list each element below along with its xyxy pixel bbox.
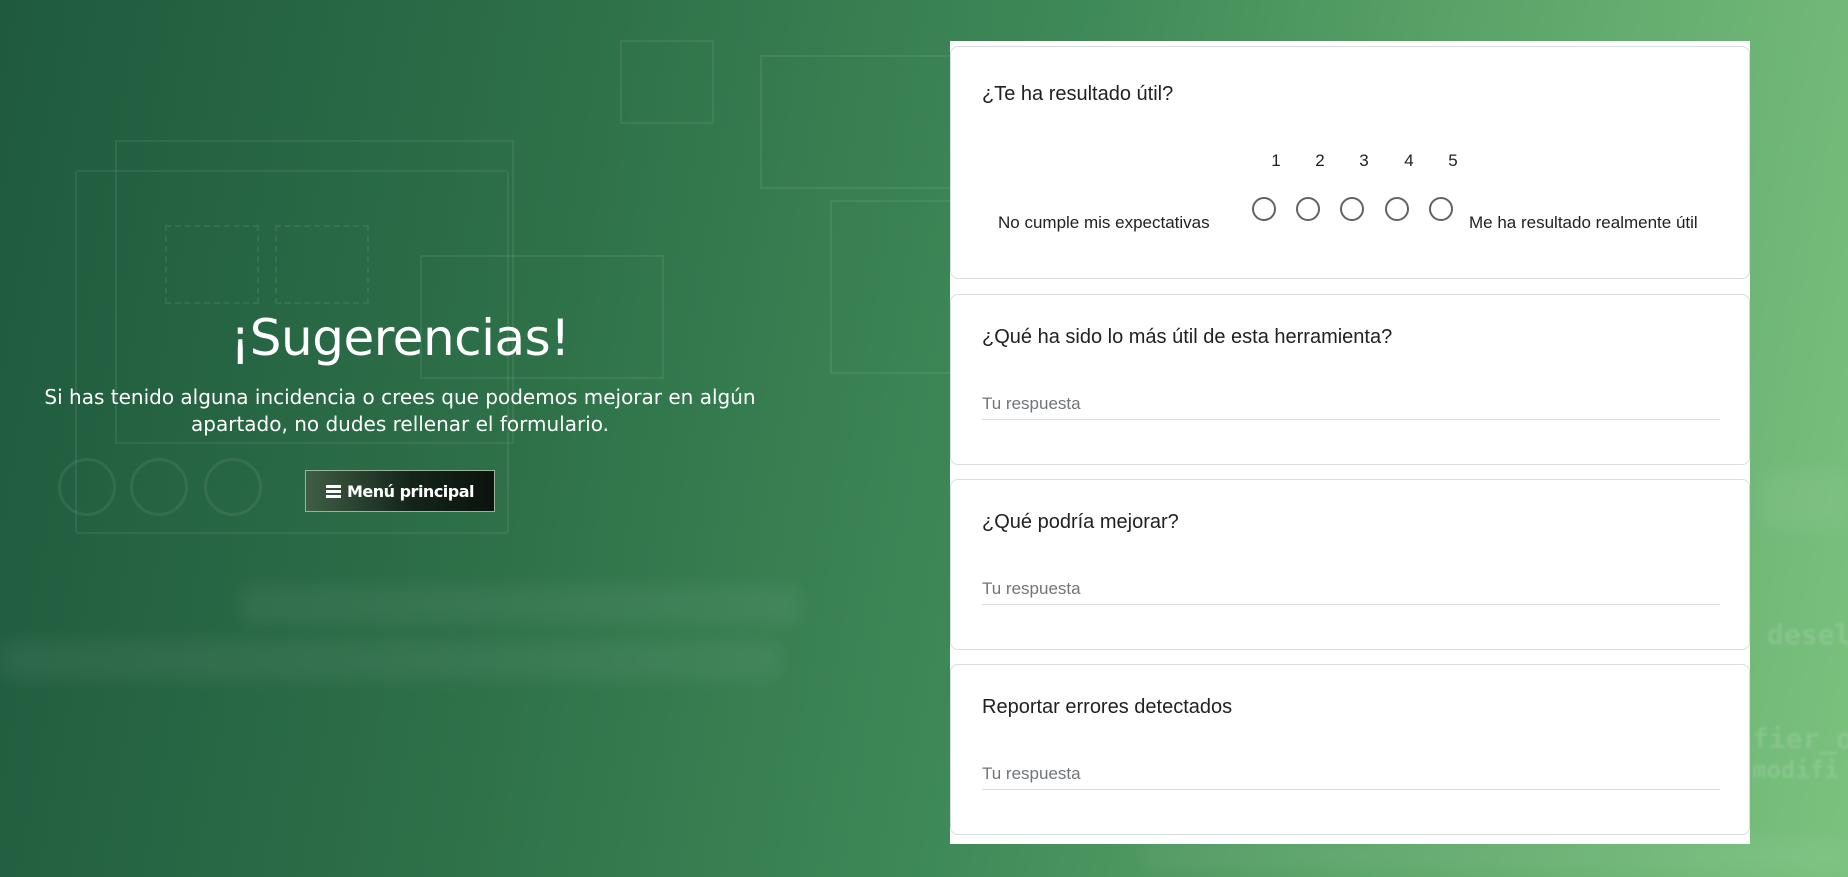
page-title: ¡Sugerencias!: [230, 309, 570, 367]
scale-number-1: 1: [1271, 151, 1281, 170]
scale-low-label: No cumple mis expectativas: [998, 213, 1210, 232]
question-title: Reportar errores detectados: [982, 696, 1233, 718]
hero-section: ¡Sugerencias! Si has tenido alguna incid…: [30, 302, 770, 512]
rating-radio-1[interactable]: [1252, 197, 1276, 221]
question-title: ¿Qué ha sido lo más útil de esta herrami…: [982, 326, 1393, 348]
question-title: ¿Qué podría mejorar?: [982, 511, 1179, 533]
scale-high-label: Me ha resultado realmente útil: [1469, 213, 1698, 232]
background-code-line: modifi: [1752, 756, 1839, 784]
scale-number-4: 4: [1404, 151, 1414, 170]
scale-number-3: 3: [1359, 151, 1369, 170]
rating-radio-3[interactable]: [1340, 197, 1364, 221]
scale-number-2: 2: [1315, 151, 1325, 170]
rating-radio-4[interactable]: [1385, 197, 1409, 221]
question-card: ¿Qué ha sido lo más útil de esta herrami…: [950, 294, 1750, 465]
main-menu-button-label: Menú principal: [346, 481, 475, 501]
bars-icon: [325, 484, 341, 498]
page-description: Si has tenido alguna incidencia o crees …: [44, 385, 756, 436]
answer-input[interactable]: [982, 389, 1720, 420]
background-code-line: desel: [1767, 618, 1848, 651]
scale-number-5: 5: [1448, 151, 1458, 170]
answer-input[interactable]: [982, 574, 1720, 605]
rating-question-title: ¿Te ha resultado útil?: [982, 83, 1174, 105]
rating-radio-2[interactable]: [1296, 197, 1320, 221]
feedback-form: ¿Te ha resultado útil? 1 2 3 4 5 No cump…: [950, 41, 1750, 844]
background-code-line: fier_o: [1752, 722, 1848, 755]
question-card: Reportar errores detectados: [950, 664, 1750, 835]
main-menu-button[interactable]: Menú principal: [305, 470, 495, 512]
rating-radio-5[interactable]: [1429, 197, 1453, 221]
answer-input[interactable]: [982, 759, 1720, 790]
question-card: ¿Qué podría mejorar?: [950, 479, 1750, 650]
rating-question-card: ¿Te ha resultado útil? 1 2 3 4 5 No cump…: [950, 46, 1750, 279]
